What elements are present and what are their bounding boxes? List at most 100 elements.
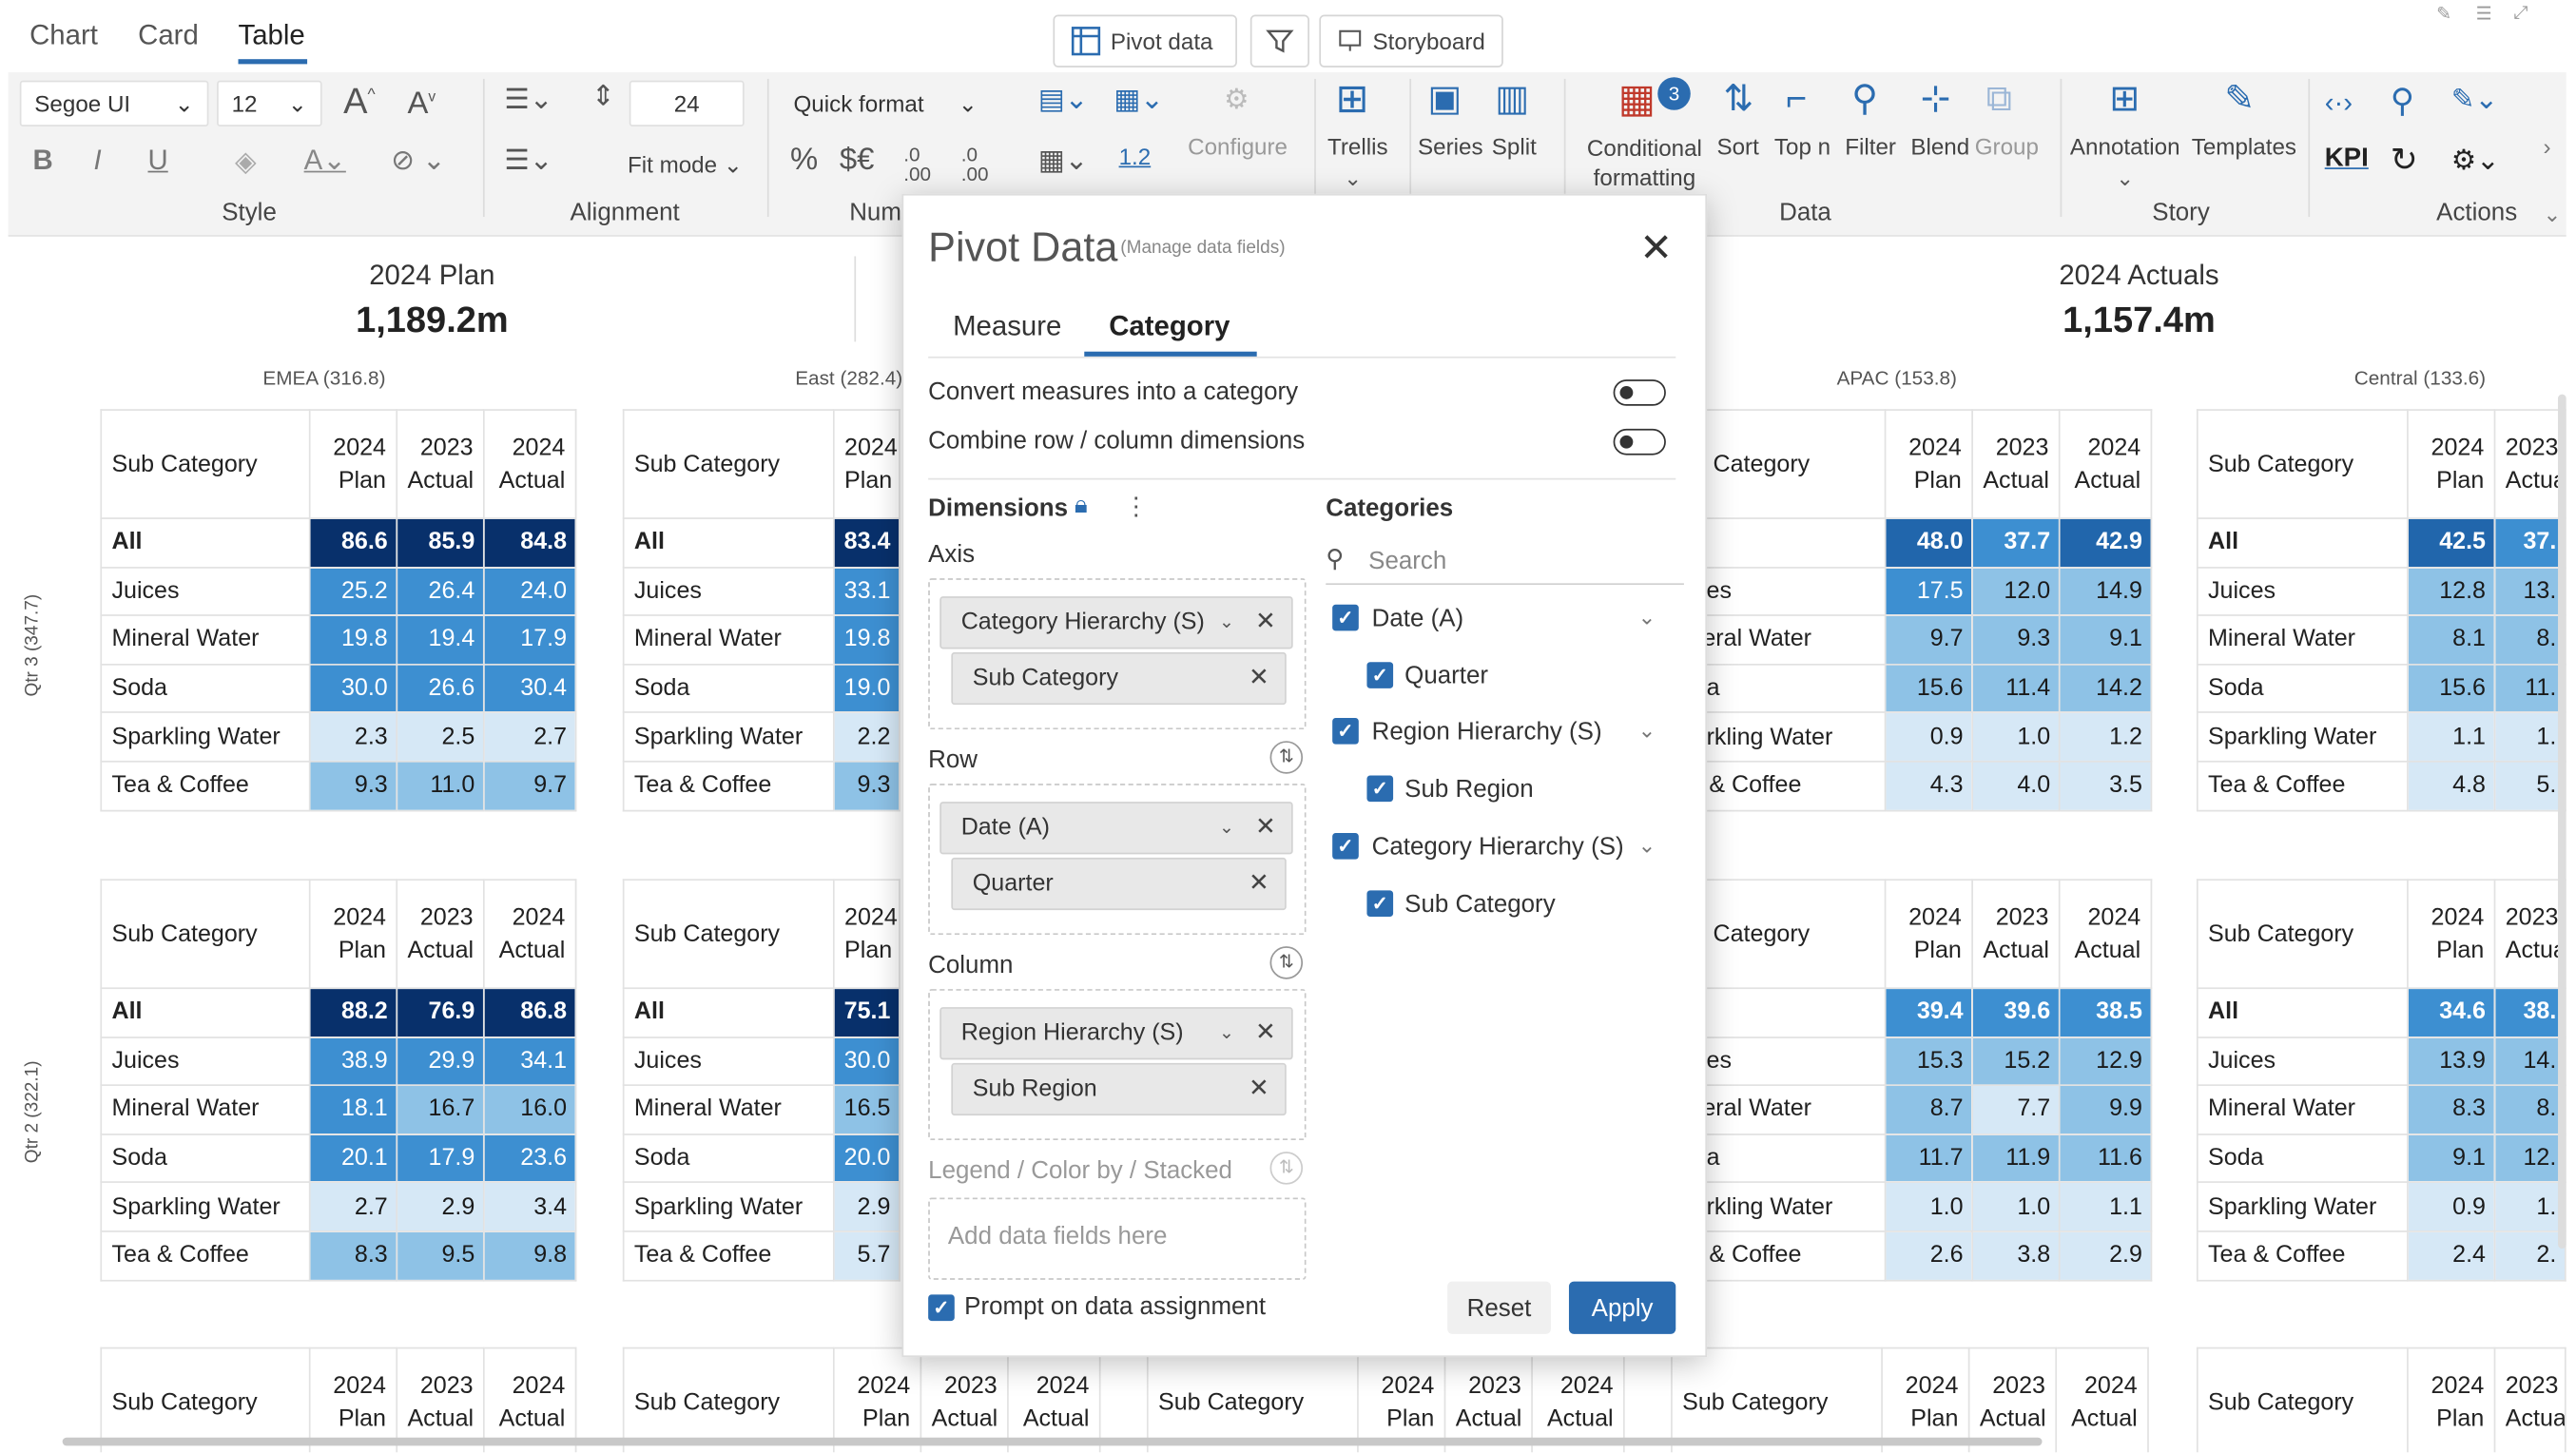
top-n-icon[interactable]: ⌐	[1786, 80, 1807, 117]
date-checkbox[interactable]: ✓	[1332, 604, 1359, 631]
tab-table[interactable]: Table	[239, 20, 305, 53]
settings-icon[interactable]: ⚙⌄	[2451, 146, 2500, 174]
chevron-down-icon[interactable]: ⌄	[2116, 167, 2134, 188]
table-row[interactable]: Soda 30.0 26.6 30.4	[100, 663, 577, 714]
table-row[interactable]: Juices15.315.212.9	[1682, 1036, 2153, 1087]
table-row[interactable]: All 75.1	[622, 987, 901, 1038]
table-row[interactable]: All 86.6 85.9 84.8	[100, 517, 577, 569]
column-header[interactable]: 2024 Actual	[482, 409, 577, 519]
tab-card[interactable]: Card	[138, 20, 199, 53]
table-row[interactable]: Mineral Water 8.3 8.	[2196, 1084, 2566, 1135]
conditional-formatting-icon[interactable]: ▦	[1618, 80, 1656, 120]
table-row[interactable]: All 83.4	[622, 517, 901, 569]
vertical-scrollbar[interactable]	[2558, 394, 2566, 1250]
annotation-icon[interactable]: ⊞	[2109, 80, 2140, 117]
templates-label[interactable]: Templates	[2192, 133, 2296, 160]
horizontal-scrollbar[interactable]	[62, 1437, 2043, 1446]
chevron-down-icon[interactable]: ⌄	[1219, 817, 1234, 838]
table-row[interactable]: Juices 25.2 26.4 24.0	[100, 566, 577, 617]
tab-category[interactable]: Category	[1109, 311, 1230, 344]
trellis-label[interactable]: Trellis	[1327, 133, 1388, 160]
column-header[interactable]: 2024 Actual	[2058, 879, 2153, 990]
table-row[interactable]: Tea & Coffee 2.4 2.	[2196, 1230, 2566, 1281]
reset-button[interactable]: Reset	[1447, 1281, 1551, 1334]
table-row[interactable]: Tea & Coffee 9.3	[622, 760, 901, 811]
column-header[interactable]: 2024 Plan	[832, 409, 901, 519]
tab-measure[interactable]: Measure	[953, 311, 1061, 344]
column-header[interactable]: 2024 Actual	[2055, 1346, 2149, 1453]
region-checkbox[interactable]: ✓	[1332, 718, 1359, 745]
underline-icon[interactable]: U	[147, 146, 167, 174]
table-row[interactable]: Soda 15.6 11.	[2196, 663, 2566, 714]
blend-label[interactable]: Blend	[1910, 133, 1969, 160]
column-header[interactable]: 2024 Plan	[832, 879, 901, 990]
series-label[interactable]: Series	[1418, 133, 1483, 160]
column-header[interactable]: 2024 Plan	[2407, 1346, 2496, 1453]
percent-icon[interactable]: %	[790, 145, 818, 176]
table-row[interactable]: Tea & Coffee 9.3 11.0 9.7	[100, 760, 577, 811]
font-family-select[interactable]: Segoe UI ⌄	[19, 80, 209, 127]
table-row[interactable]: Tea & Coffee4.34.03.5	[1682, 760, 2153, 811]
table-row[interactable]: Tea & Coffee 8.3 9.5 9.8	[100, 1230, 577, 1281]
remove-icon[interactable]: ✕	[1255, 607, 1276, 635]
table-row[interactable]: Juices 30.0	[622, 1036, 901, 1087]
table-row[interactable]: Juices 12.8 13.	[2196, 566, 2566, 617]
table-row[interactable]: Sparkling Water 0.9 1.	[2196, 1181, 2566, 1232]
column-header-sub-category[interactable]: Sub Category	[1682, 879, 1887, 990]
column-header-sub-category[interactable]: Sub Category	[1682, 409, 1887, 519]
column-header[interactable]: 2024 Plan	[2407, 409, 2496, 519]
table-row[interactable]: Sparkling Water 2.7 2.9 3.4	[100, 1181, 577, 1232]
sort-label[interactable]: Sort	[1716, 133, 1758, 160]
line-height-input[interactable]: 24	[629, 80, 745, 127]
quick-format-select[interactable]: Quick format ⌄	[781, 81, 991, 126]
axis-subfield-chip[interactable]: Sub Category	[951, 651, 1287, 706]
axis-field-chip[interactable]: Category Hierarchy (S)	[939, 596, 1293, 649]
category-hierarchy-checkbox[interactable]: ✓	[1332, 832, 1359, 860]
conditional-formatting-label[interactable]: Conditional formatting	[1579, 133, 1710, 192]
pin-icon[interactable]: ✎	[2436, 3, 2451, 25]
table-row[interactable]: Soda 9.1 12.	[2196, 1133, 2566, 1184]
layout-icon[interactable]: ▦⌄	[1114, 86, 1163, 113]
increase-font-icon[interactable]: A^	[343, 83, 376, 120]
column-header[interactable]: 2023 Actual	[1971, 409, 2061, 519]
chevron-down-icon[interactable]: ⌄	[1344, 167, 1362, 188]
chevron-down-icon[interactable]: ⌄	[1638, 605, 1656, 631]
bold-icon[interactable]: B	[33, 146, 53, 174]
column-header-sub-category[interactable]: Sub Category	[100, 879, 311, 990]
code-icon[interactable]: ‹·›	[2325, 88, 2353, 116]
more-options-icon[interactable]: ⋮	[1124, 492, 1149, 520]
table-row[interactable]: Juices 38.9 29.9 34.1	[100, 1036, 577, 1087]
table-row[interactable]: All 88.2 76.9 86.8	[100, 987, 577, 1038]
column-header[interactable]: 2023 Actual	[396, 409, 485, 519]
table-row[interactable]: Soda 20.0	[622, 1133, 901, 1184]
filter-icon[interactable]: ⚲	[1851, 80, 1878, 117]
line-height-icon[interactable]: ⇕	[591, 82, 615, 109]
column-header[interactable]: 2023 Actual	[396, 879, 485, 990]
table-layout-icon[interactable]: ▦⌄	[1038, 146, 1088, 174]
column-header[interactable]: 2023 Actual	[1971, 879, 2061, 990]
column-header[interactable]: 2024 Plan	[2407, 879, 2496, 990]
column-field-chip[interactable]: Region Hierarchy (S)	[939, 1007, 1293, 1060]
convert-measures-toggle[interactable]	[1613, 379, 1666, 406]
remove-icon[interactable]: ✕	[1249, 662, 1269, 691]
column-subfield-chip[interactable]: Sub Region	[951, 1062, 1287, 1116]
table-row[interactable]: Tea & Coffee 4.8 5.	[2196, 760, 2566, 811]
bar-align-icon[interactable]: ▤⌄	[1038, 86, 1088, 113]
increase-decimal-icon[interactable]: .0.00	[961, 145, 989, 184]
vertical-align-icon[interactable]: ☰⌄	[504, 146, 552, 174]
table-row[interactable]: Sparkling Water 1.1 1.	[2196, 711, 2566, 763]
expand-icon[interactable]: ⤢	[2513, 3, 2528, 24]
templates-icon[interactable]: ✎	[2224, 80, 2255, 117]
table-row[interactable]: All 34.6 38.	[2196, 987, 2566, 1038]
refresh-icon[interactable]: ↻	[2391, 145, 2418, 178]
font-size-select[interactable]: 12 ⌄	[217, 80, 322, 127]
lock-icon[interactable]: 🔒︎	[1075, 492, 1088, 519]
fill-color-icon[interactable]: ◈	[235, 147, 257, 175]
swap-icon[interactable]: ⇅	[1269, 1152, 1304, 1185]
group-label[interactable]: Group	[1975, 133, 2039, 160]
column-header[interactable]: 2023 Actual	[2493, 879, 2566, 990]
chevron-right-icon[interactable]: ›	[2543, 135, 2550, 158]
brush-icon[interactable]: ✎⌄	[2451, 86, 2498, 113]
combine-dimensions-toggle[interactable]	[1613, 428, 1666, 455]
column-header[interactable]: 2024 Plan	[1884, 409, 1973, 519]
